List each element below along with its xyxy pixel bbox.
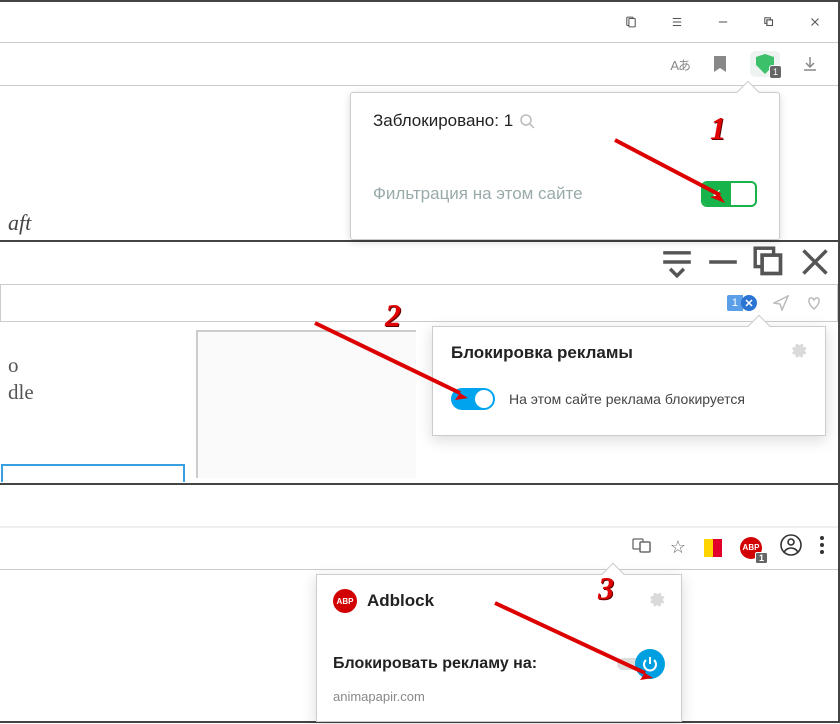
popup-brand-title: Adblock: [367, 591, 434, 611]
profile-icon[interactable]: [780, 534, 802, 561]
browser-toolbar: ☆ ABP 1: [0, 526, 838, 570]
menu-icon[interactable]: [820, 536, 824, 559]
translate-icon[interactable]: Aあ: [670, 55, 690, 74]
extension-yandex-icon[interactable]: [704, 539, 722, 557]
block-status-text: На этом сайте реклама блокируется: [509, 391, 745, 407]
page-panel: [196, 330, 416, 478]
heart-icon[interactable]: [805, 295, 823, 311]
blocked-count-badge: 1: [769, 65, 782, 79]
sidebar-icon[interactable]: [654, 246, 700, 278]
menu-icon[interactable]: [654, 6, 700, 38]
abp-logo-icon: ABP: [333, 589, 357, 613]
popup-title: Блокировка рекламы: [451, 343, 633, 363]
browser-toolbar: 1 ✕: [0, 284, 838, 322]
filter-toggle[interactable]: ✓: [701, 181, 757, 207]
checkmark-icon: ✓: [712, 186, 723, 202]
maximize-button[interactable]: [746, 6, 792, 38]
adblock-extension-icon[interactable]: 1: [750, 51, 780, 77]
close-button[interactable]: [792, 246, 838, 278]
adblock-popup-1: Заблокировано: 1 Фильтрация на этом сайт…: [350, 92, 780, 240]
minimize-button[interactable]: [700, 246, 746, 278]
settings-icon[interactable]: [789, 341, 807, 364]
block-ads-label: Блокировать рекламу на:: [333, 655, 537, 673]
page-fragment-text: o dle: [8, 352, 34, 407]
star-icon[interactable]: ☆: [670, 537, 686, 558]
blocked-count-badge: 1: [755, 552, 768, 564]
stop-icon: ✕: [741, 295, 757, 311]
translate-icon[interactable]: [632, 536, 652, 559]
blocked-count-label: Заблокировано: 1: [373, 111, 513, 131]
power-toggle[interactable]: [617, 649, 665, 679]
block-ads-toggle[interactable]: [451, 388, 495, 410]
adblock-popup-2: Блокировка рекламы На этом сайте реклама…: [432, 326, 826, 436]
download-icon[interactable]: [802, 56, 818, 72]
browser-toolbar: Aあ 1: [0, 42, 838, 86]
adblock-extension-icon[interactable]: 1 ✕: [727, 295, 757, 311]
minimize-button[interactable]: [700, 6, 746, 38]
adblock-popup-3: ABP Adblock Блокировать рекламу на: anim…: [316, 574, 682, 722]
bookmark-icon[interactable]: [712, 55, 728, 73]
send-icon[interactable]: [773, 295, 789, 311]
selection-box: [1, 464, 185, 482]
settings-icon[interactable]: [647, 590, 665, 613]
domain-label: animapapir.com: [333, 689, 665, 704]
page-fragment-text: aft: [8, 210, 31, 236]
search-icon[interactable]: [519, 113, 535, 129]
power-icon: [635, 649, 665, 679]
maximize-button[interactable]: [746, 246, 792, 278]
bookmarks-icon[interactable]: [608, 6, 654, 38]
filter-on-site-label: Фильтрация на этом сайте: [373, 184, 583, 204]
adblock-extension-icon[interactable]: ABP 1: [740, 537, 762, 559]
close-button[interactable]: [792, 6, 838, 38]
